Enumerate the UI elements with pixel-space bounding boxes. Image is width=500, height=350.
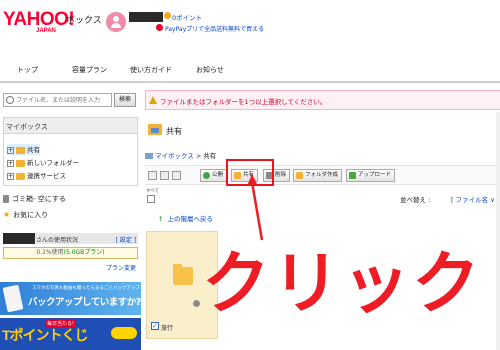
service-name[interactable]: ボックス [66, 13, 102, 26]
points-link[interactable]: 0ポイント [172, 12, 202, 22]
point-icon [164, 12, 171, 19]
favorites-label: お気に入り [13, 211, 49, 219]
folder-icon [16, 159, 25, 167]
ad-backup-subtext: スマホの写真も動画も撮ったらまるごとバックアップ [32, 286, 140, 291]
scrollbar[interactable] [496, 112, 500, 350]
new-folder-button[interactable]: フォルダ作成 [293, 169, 343, 182]
select-all-label: すべて [146, 189, 160, 194]
usage-capacity: (5.0GBプラン) [63, 249, 105, 256]
search-icon [6, 96, 14, 104]
upload-button-label: アップロード [358, 172, 392, 178]
usage-label: さんの使用状況 [36, 237, 79, 244]
alert-message: ファイルまたはフォルダーを1つ以上選択してください。 [145, 90, 500, 110]
sort-label: 並べ替え : [400, 196, 431, 204]
toolbar: 公開 共有 削除 フォルダ作成 アップロード [145, 165, 500, 185]
public-button[interactable]: 公開 [200, 169, 228, 182]
search-input[interactable] [16, 95, 110, 105]
nav-item-top[interactable]: トップ [17, 65, 38, 75]
expand-icon[interactable]: + [7, 172, 14, 180]
shared-badge-icon [193, 300, 200, 307]
mybox-title[interactable]: マイボックス [4, 118, 137, 134]
warning-icon [149, 96, 157, 104]
mybox-panel: マイボックス + 共有 + 新しいフォルダー + 連携サービス [3, 117, 138, 186]
ad-tpoint-button[interactable] [111, 327, 137, 339]
star-icon: ★ [3, 210, 11, 219]
global-nav: トップ 容量プラン 使い方ガイド お知らせ [0, 61, 500, 83]
trash-row: ゴミ箱- 空にする [3, 194, 138, 206]
grid-view-icon[interactable] [160, 171, 169, 180]
ad-banner-backup[interactable]: スマホの写真も動画も撮ったらまるごとバックアップ バックアップしていますか? [0, 282, 141, 315]
arrow-annotation-icon [247, 174, 264, 241]
usage-header: さんの使用状況 [ 設定 ] [3, 233, 138, 244]
expand-icon[interactable]: + [7, 146, 14, 154]
usage-settings-link[interactable]: [ 設定 ] [116, 235, 137, 244]
logo-text: YAHOO! [3, 9, 75, 30]
avatar[interactable] [106, 12, 126, 32]
thumbnail-view-icon[interactable] [172, 171, 181, 180]
breadcrumb-separator: > [195, 152, 202, 160]
up-arrow-icon: ↑ [158, 215, 164, 223]
header: YAHOO! JAPAN ボックス 0ポイント PayPayプリで全品送料無料で… [0, 0, 500, 52]
usage-bar: 0.1%使用(5.0GBプラン) [3, 247, 138, 259]
logo-sub: JAPAN [36, 28, 56, 34]
empty-trash-link[interactable]: - 空にする [33, 195, 66, 203]
trash-icon [3, 195, 9, 203]
smartphone-icon [2, 284, 24, 313]
upload-button[interactable]: アップロード [346, 169, 396, 182]
alert-text: ファイルまたはフォルダーを1つ以上選択してください。 [160, 98, 327, 106]
sort-select[interactable]: [ ファイル名 ∨ ] [451, 194, 500, 204]
tree-item-label: 連携サービス [27, 172, 66, 180]
usage-username-redacted [3, 233, 35, 244]
username-redacted [129, 12, 163, 22]
select-all-checkbox[interactable] [147, 195, 155, 203]
folder-name[interactable]: 旅行 [161, 323, 173, 332]
breadcrumb-current: 共有 [203, 152, 217, 160]
ad-backup-headline: バックアップしていますか? [28, 297, 141, 308]
plan-change-link[interactable]: プラン変更 [106, 263, 136, 272]
usage-percent: 0.1%使用 [36, 249, 64, 256]
new-folder-button-label: フォルダ作成 [305, 172, 339, 178]
breadcrumb-root-link[interactable]: マイボックス [155, 152, 194, 160]
folder-icon [173, 264, 193, 285]
list-view-icon[interactable] [148, 171, 157, 180]
public-button-label: 公開 [212, 172, 224, 178]
tree-item-label: 新しいフォルダー [27, 159, 79, 167]
ad-tpoint-headline: Tポイントくじ [2, 327, 89, 343]
yahoo-logo[interactable]: YAHOO! JAPAN [3, 9, 75, 36]
click-annotation: クリック [202, 245, 483, 324]
nav-item-plans[interactable]: 容量プラン [72, 65, 107, 75]
globe-icon [203, 172, 210, 179]
folder-checkbox[interactable]: ✓ [151, 322, 159, 330]
breadcrumb: マイボックス > 共有 [145, 150, 216, 160]
expand-icon[interactable]: + [7, 159, 14, 167]
favorites-row[interactable]: ★ お気に入り [3, 210, 138, 222]
up-level-link[interactable]: ↑ 上の階層へ戻る [158, 213, 213, 223]
ad-banner-tpoint[interactable]: 毎日当たる! Tポイントくじ [0, 318, 141, 350]
upload-arrow-icon [349, 172, 356, 179]
tree-item-shared[interactable]: + 共有 [7, 144, 40, 155]
tree-item-new-folder[interactable]: + 新しいフォルダー [7, 157, 79, 168]
mybox-icon [145, 153, 153, 159]
nav-item-guide[interactable]: 使い方ガイド [130, 65, 172, 75]
trash-link[interactable]: ゴミ箱 [12, 195, 33, 203]
paypay-icon [156, 24, 163, 31]
shared-folder-icon [148, 124, 162, 135]
folder-icon [16, 172, 25, 180]
usage-panel: さんの使用状況 [ 設定 ] 0.1%使用(5.0GBプラン) プラン変更 [3, 233, 138, 275]
up-level-label: 上の階層へ戻る [167, 215, 213, 223]
delete-button-label: 削除 [275, 172, 287, 178]
page-title: 共有 [166, 127, 182, 136]
shared-folder-icon [16, 146, 25, 154]
search-box [3, 93, 112, 107]
tree-item-label: 共有 [27, 146, 40, 154]
paypay-link[interactable]: PayPayプリで全品送料無料で買える [165, 24, 264, 33]
new-folder-icon [296, 172, 303, 179]
search-button[interactable]: 検索 [114, 93, 136, 107]
nav-item-news[interactable]: お知らせ [196, 65, 224, 75]
tree-item-linked-services[interactable]: + 連携サービス [7, 170, 66, 181]
